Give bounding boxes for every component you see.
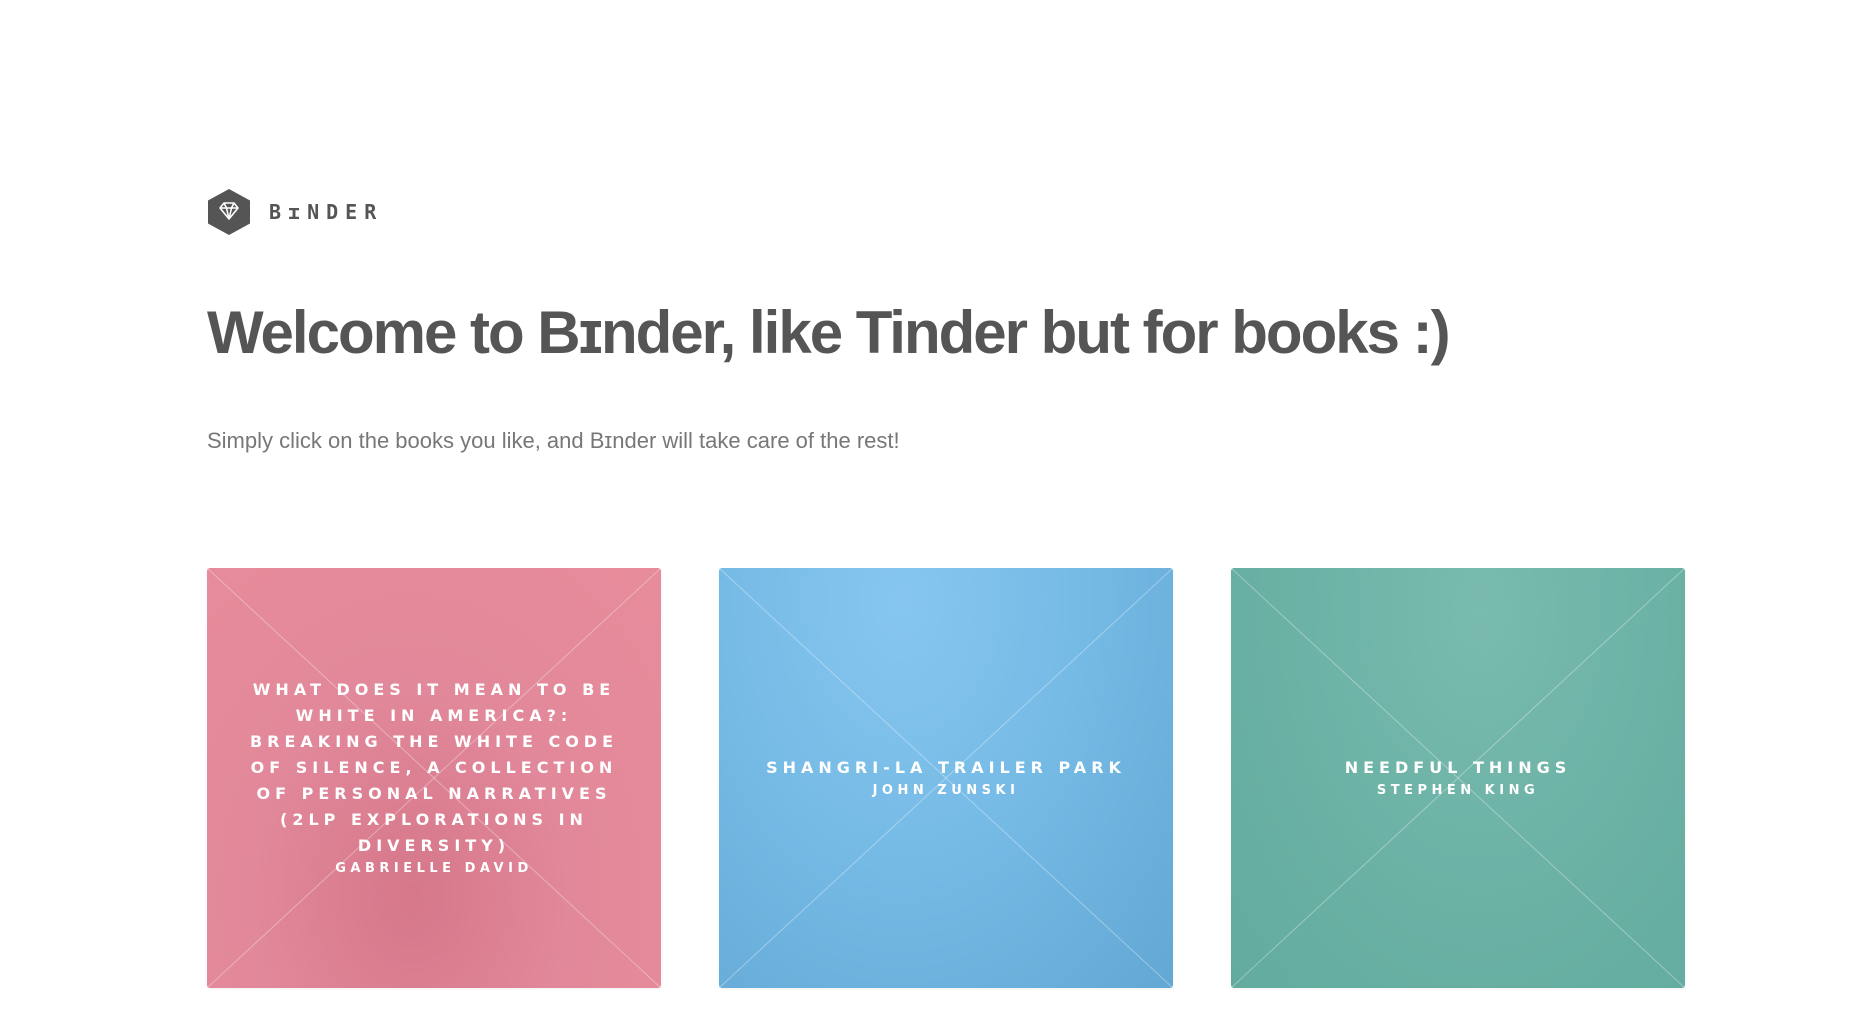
book-card-text: SHANGRI-LA TRAILER PARK JOHN ZUNSKI bbox=[719, 568, 1173, 988]
book-card-list: WHAT DOES IT MEAN TO BE WHITE IN AMERICA… bbox=[207, 568, 1685, 988]
book-title: NEEDFUL THINGS bbox=[1344, 758, 1572, 777]
book-author: STEPHEN KING bbox=[1376, 783, 1540, 798]
book-card[interactable]: WHAT DOES IT MEAN TO BE WHITE IN AMERICA… bbox=[207, 568, 661, 988]
book-card-text: NEEDFUL THINGS STEPHEN KING bbox=[1231, 568, 1685, 988]
book-card[interactable]: SHANGRI-LA TRAILER PARK JOHN ZUNSKI bbox=[719, 568, 1173, 988]
page-title: Welcome to Bɪnder, like Tinder but for b… bbox=[207, 299, 1451, 366]
brand-name: BɪNDER bbox=[269, 200, 384, 224]
book-card-text: WHAT DOES IT MEAN TO BE WHITE IN AMERICA… bbox=[207, 568, 661, 988]
book-author: GABRIELLE DAVID bbox=[335, 861, 533, 876]
page-subtitle: Simply click on the books you like, and … bbox=[207, 428, 900, 453]
book-author: JOHN ZUNSKI bbox=[872, 783, 1020, 798]
book-title: WHAT DOES IT MEAN TO BE WHITE IN AMERICA… bbox=[249, 680, 619, 855]
page: BɪNDER Welcome to Bɪnder, like Tinder bu… bbox=[207, 0, 1687, 1025]
book-card[interactable]: NEEDFUL THINGS STEPHEN KING bbox=[1231, 568, 1685, 988]
book-title: SHANGRI-LA TRAILER PARK bbox=[766, 758, 1126, 777]
brand[interactable]: BɪNDER bbox=[207, 188, 383, 236]
diamond-icon bbox=[208, 189, 250, 235]
